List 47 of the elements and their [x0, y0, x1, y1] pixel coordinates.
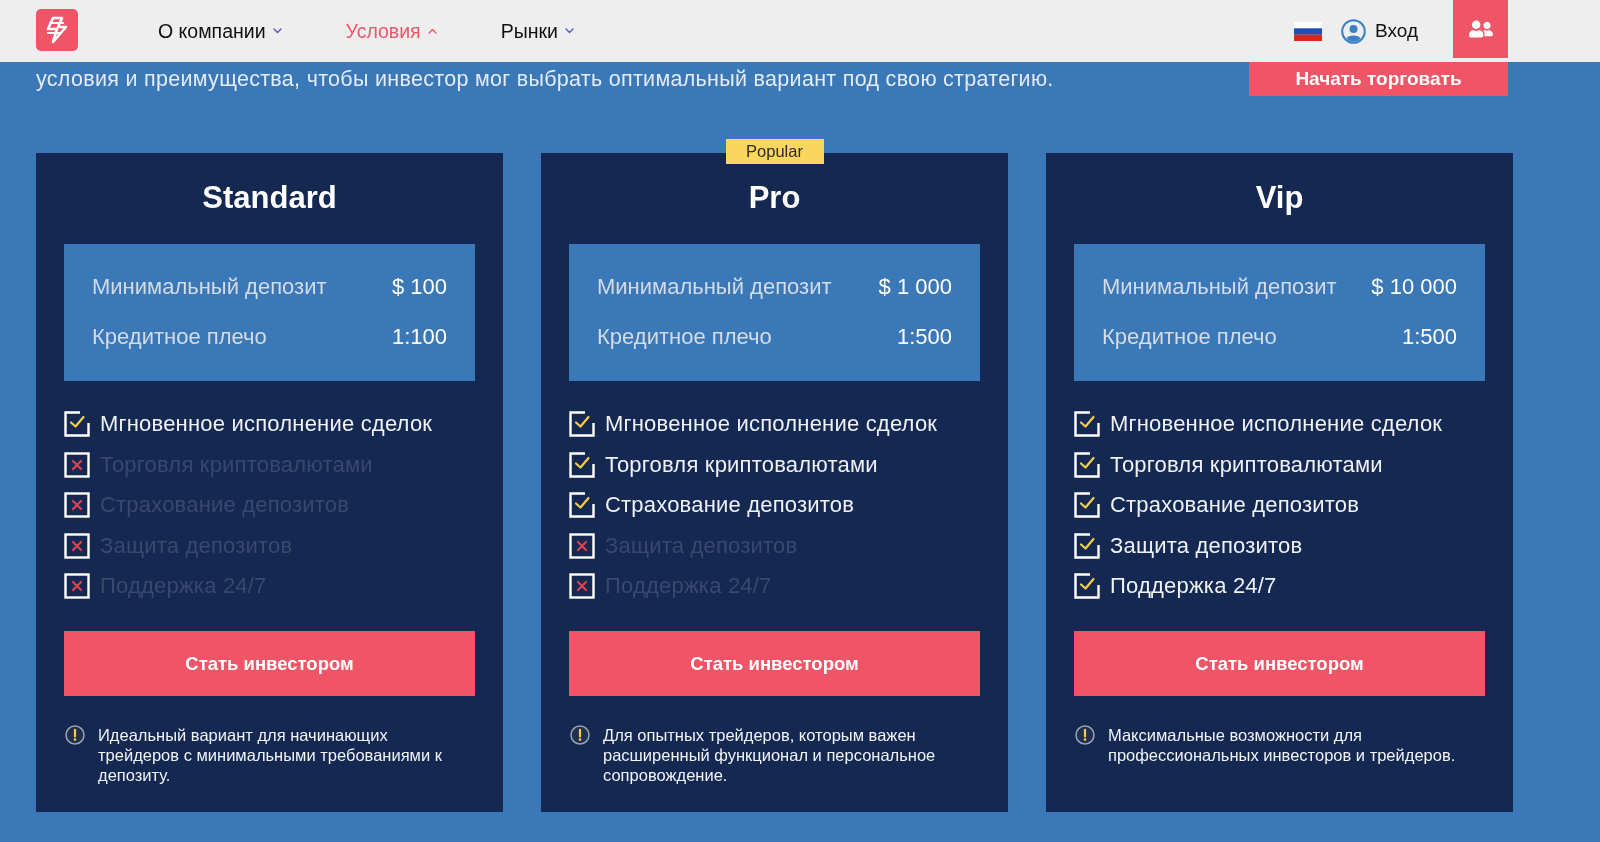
exclamation-icon	[570, 725, 590, 745]
feature-label: Защита депозитов	[1110, 532, 1303, 559]
chevron-up-icon	[427, 28, 437, 34]
exclamation-icon	[1075, 725, 1095, 745]
plan-note: Идеальный вариант для начинающих трейдеров с минимальными требованиями к депозиту.	[98, 725, 443, 785]
nav-link[interactable]: О компании	[158, 19, 282, 43]
term-label: Кредитное плечо	[1102, 324, 1277, 350]
chevron-down-icon	[272, 28, 282, 34]
login-link[interactable]: Вход	[1341, 18, 1418, 44]
plan-title: Standard	[201, 180, 338, 216]
term-label: Минимальный депозит	[597, 274, 832, 300]
term-value: 1:500	[896, 324, 952, 350]
nav-link[interactable]: Рынки	[500, 19, 574, 43]
term-value: 1:100	[391, 324, 447, 350]
feature-label: Поддержка 24/7	[1110, 573, 1277, 600]
users-button[interactable]	[1453, 0, 1508, 58]
feature-label: Страхование депозитов	[1110, 492, 1360, 519]
logo[interactable]	[36, 9, 78, 51]
plan-note: Для опытных трейдеров, которым важен расширенный функционал и персональное сопровождение.	[603, 725, 937, 785]
nav-link[interactable]: Условия	[345, 19, 437, 43]
become-investor-button[interactable]: Стать инвестором	[64, 631, 475, 696]
intro-text: условия и преимущества, чтобы инвестор мог выбрать оптимальный вариант под свою стратегию.	[36, 66, 1055, 92]
feature-label: Мгновенное исполнение сделок	[605, 411, 938, 438]
start-trading-button[interactable]: Начать торговать	[1249, 62, 1508, 96]
term-value: $ 10 000	[1371, 274, 1457, 300]
term-label: Кредитное плечо	[92, 324, 267, 350]
feature-label: Торговля криптовалютами	[1110, 451, 1383, 478]
term-label: Минимальный депозит	[92, 274, 327, 300]
term-label: Кредитное плечо	[597, 324, 772, 350]
term-value: $ 100	[391, 274, 447, 300]
feature-label: Страхование депозитов	[605, 492, 855, 519]
plan-title: Vip	[1254, 180, 1305, 216]
plan-note: Максимальные возможности для профессиональных инвесторов и трейдеров.	[1108, 725, 1457, 765]
term-value: 1:500	[1401, 324, 1457, 350]
term-label: Минимальный депозит	[1102, 274, 1337, 300]
become-investor-button[interactable]: Стать инвестором	[569, 631, 980, 696]
feature-label: Торговля криптовалютами	[605, 451, 878, 478]
term-value: $ 1 000	[878, 274, 952, 300]
flag-icon[interactable]	[1294, 21, 1322, 41]
user-icon	[1341, 18, 1366, 44]
plan-title: Pro	[747, 180, 802, 216]
become-investor-button[interactable]: Стать инвестором	[1074, 631, 1485, 696]
feature-label: Мгновенное исполнение сделок	[1110, 411, 1443, 438]
exclamation-icon	[65, 725, 85, 745]
popular-badge: Popular	[725, 139, 824, 164]
chevron-down-icon	[564, 28, 574, 34]
feature-label: Мгновенное исполнение сделок	[100, 411, 433, 438]
